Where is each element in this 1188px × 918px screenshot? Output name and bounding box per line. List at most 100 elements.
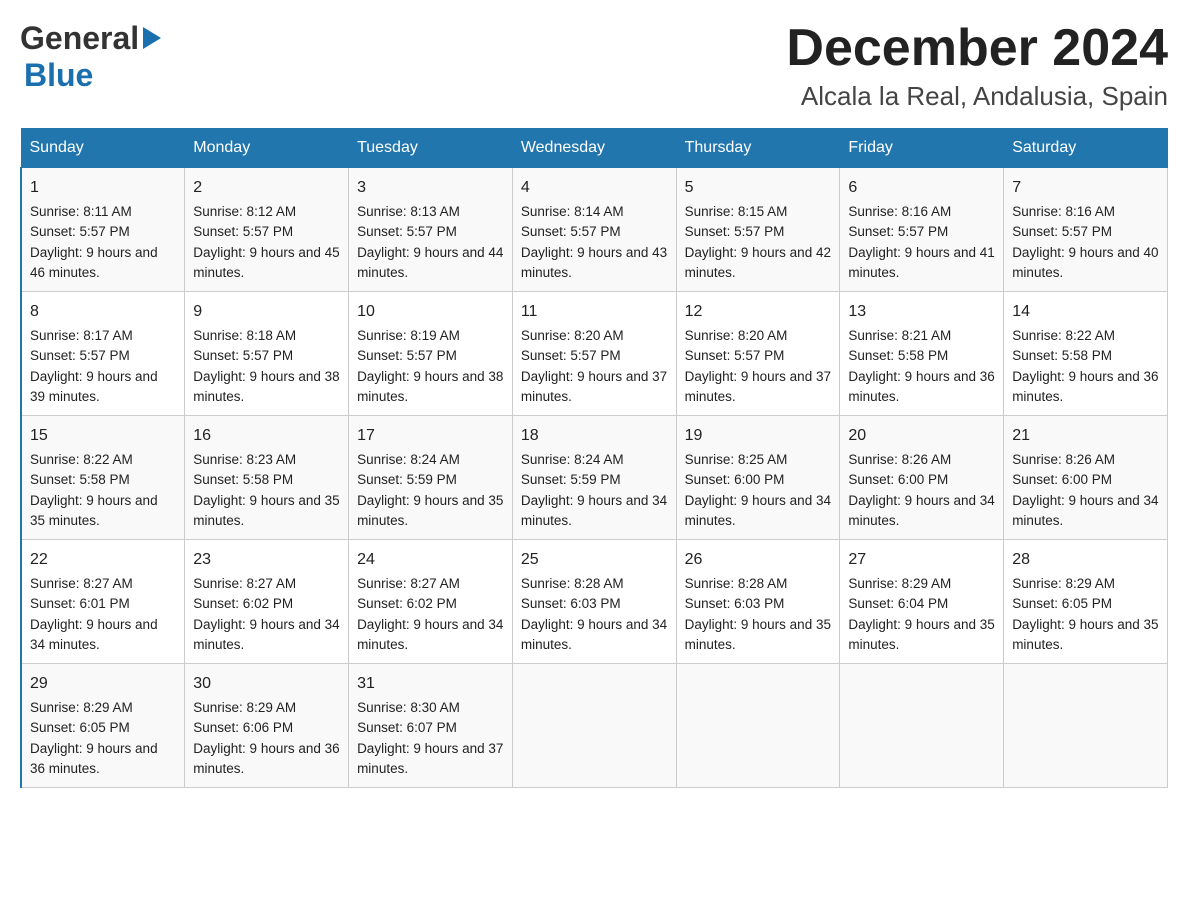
calendar-cell: 18 Sunrise: 8:24 AMSunset: 5:59 PMDayligh…: [512, 416, 676, 540]
logo-blue-text: Blue: [24, 57, 93, 93]
calendar-cell: 25 Sunrise: 8:28 AMSunset: 6:03 PMDayligh…: [512, 540, 676, 664]
day-info: Sunrise: 8:29 AMSunset: 6:04 PMDaylight:…: [848, 576, 994, 652]
logo: General Blue: [20, 20, 161, 94]
calendar-cell: 20 Sunrise: 8:26 AMSunset: 6:00 PMDayligh…: [840, 416, 1004, 540]
calendar-week-3: 15 Sunrise: 8:22 AMSunset: 5:58 PMDayligh…: [21, 416, 1168, 540]
calendar-cell: 31 Sunrise: 8:30 AMSunset: 6:07 PMDayligh…: [349, 664, 513, 788]
calendar-cell: 10 Sunrise: 8:19 AMSunset: 5:57 PMDayligh…: [349, 292, 513, 416]
calendar-cell: [840, 664, 1004, 788]
calendar-header-row: SundayMondayTuesdayWednesdayThursdayFrid…: [21, 129, 1168, 168]
calendar-cell: 2Sunrise: 8:12 AMSunset: 5:57 PMDaylight…: [185, 168, 349, 292]
calendar-cell: 8 Sunrise: 8:17 AMSunset: 5:57 PMDaylight…: [21, 292, 185, 416]
day-number: 12: [685, 300, 832, 324]
calendar-week-4: 22 Sunrise: 8:27 AMSunset: 6:01 PMDayligh…: [21, 540, 1168, 664]
calendar-cell: [676, 664, 840, 788]
day-number: 11: [521, 300, 668, 324]
header-monday: Monday: [185, 129, 349, 168]
logo-triangle-icon: [143, 27, 161, 54]
day-number: 5: [685, 176, 832, 200]
calendar-cell: 24 Sunrise: 8:27 AMSunset: 6:02 PMDayligh…: [349, 540, 513, 664]
day-info: Sunrise: 8:20 AMSunset: 5:57 PMDaylight:…: [521, 328, 667, 404]
header-friday: Friday: [840, 129, 1004, 168]
day-info: Sunrise: 8:29 AMSunset: 6:05 PMDaylight:…: [30, 700, 158, 776]
calendar-cell: 6Sunrise: 8:16 AMSunset: 5:57 PMDaylight…: [840, 168, 1004, 292]
header-tuesday: Tuesday: [349, 129, 513, 168]
calendar-cell: 22 Sunrise: 8:27 AMSunset: 6:01 PMDayligh…: [21, 540, 185, 664]
header-thursday: Thursday: [676, 129, 840, 168]
calendar-cell: 13Sunrise: 8:21 AMSunset: 5:58 PMDayligh…: [840, 292, 1004, 416]
calendar-cell: [512, 664, 676, 788]
calendar-cell: 3 Sunrise: 8:13 AMSunset: 5:57 PMDaylight…: [349, 168, 513, 292]
calendar-cell: 27 Sunrise: 8:29 AMSunset: 6:04 PMDayligh…: [840, 540, 1004, 664]
day-number: 27: [848, 548, 995, 572]
calendar-cell: 12 Sunrise: 8:20 AMSunset: 5:57 PMDayligh…: [676, 292, 840, 416]
day-number: 22: [30, 548, 176, 572]
day-number: 20: [848, 424, 995, 448]
day-info: Sunrise: 8:22 AMSunset: 5:58 PMDaylight:…: [1012, 328, 1158, 404]
day-info: Sunrise: 8:22 AMSunset: 5:58 PMDaylight:…: [30, 452, 158, 528]
day-number: 31: [357, 672, 504, 696]
day-info: Sunrise: 8:27 AMSunset: 6:01 PMDaylight:…: [30, 576, 158, 652]
day-info: Sunrise: 8:18 AMSunset: 5:57 PMDaylight:…: [193, 328, 339, 404]
day-number: 17: [357, 424, 504, 448]
day-number: 1: [30, 176, 176, 200]
day-number: 6: [848, 176, 995, 200]
day-number: 24: [357, 548, 504, 572]
calendar-cell: 14 Sunrise: 8:22 AMSunset: 5:58 PMDayligh…: [1004, 292, 1168, 416]
calendar-cell: 16Sunrise: 8:23 AMSunset: 5:58 PMDayligh…: [185, 416, 349, 540]
day-number: 13: [848, 300, 995, 324]
calendar-cell: 30 Sunrise: 8:29 AMSunset: 6:06 PMDayligh…: [185, 664, 349, 788]
calendar-cell: 4Sunrise: 8:14 AMSunset: 5:57 PMDaylight…: [512, 168, 676, 292]
title-area: December 2024 Alcala la Real, Andalusia,…: [786, 20, 1168, 112]
day-info: Sunrise: 8:24 AMSunset: 5:59 PMDaylight:…: [521, 452, 667, 528]
calendar-table: SundayMondayTuesdayWednesdayThursdayFrid…: [20, 128, 1168, 788]
day-info: Sunrise: 8:26 AMSunset: 6:00 PMDaylight:…: [1012, 452, 1158, 528]
calendar-week-5: 29 Sunrise: 8:29 AMSunset: 6:05 PMDayligh…: [21, 664, 1168, 788]
calendar-cell: 23Sunrise: 8:27 AMSunset: 6:02 PMDayligh…: [185, 540, 349, 664]
calendar-cell: 21Sunrise: 8:26 AMSunset: 6:00 PMDayligh…: [1004, 416, 1168, 540]
day-info: Sunrise: 8:27 AMSunset: 6:02 PMDaylight:…: [357, 576, 503, 652]
day-number: 25: [521, 548, 668, 572]
day-number: 9: [193, 300, 340, 324]
day-info: Sunrise: 8:11 AMSunset: 5:57 PMDaylight:…: [30, 204, 158, 280]
calendar-cell: 19Sunrise: 8:25 AMSunset: 6:00 PMDayligh…: [676, 416, 840, 540]
calendar-cell: 7 Sunrise: 8:16 AMSunset: 5:57 PMDaylight…: [1004, 168, 1168, 292]
calendar-cell: 15 Sunrise: 8:22 AMSunset: 5:58 PMDayligh…: [21, 416, 185, 540]
calendar-week-2: 8 Sunrise: 8:17 AMSunset: 5:57 PMDaylight…: [21, 292, 1168, 416]
calendar-week-1: 1 Sunrise: 8:11 AMSunset: 5:57 PMDaylight…: [21, 168, 1168, 292]
header-wednesday: Wednesday: [512, 129, 676, 168]
page-subtitle: Alcala la Real, Andalusia, Spain: [786, 81, 1168, 112]
calendar-cell: 5Sunrise: 8:15 AMSunset: 5:57 PMDaylight…: [676, 168, 840, 292]
day-info: Sunrise: 8:16 AMSunset: 5:57 PMDaylight:…: [1012, 204, 1158, 280]
calendar-cell: 17Sunrise: 8:24 AMSunset: 5:59 PMDayligh…: [349, 416, 513, 540]
day-number: 14: [1012, 300, 1159, 324]
day-number: 4: [521, 176, 668, 200]
day-info: Sunrise: 8:17 AMSunset: 5:57 PMDaylight:…: [30, 328, 158, 404]
calendar-cell: 28Sunrise: 8:29 AMSunset: 6:05 PMDayligh…: [1004, 540, 1168, 664]
day-number: 23: [193, 548, 340, 572]
day-number: 29: [30, 672, 176, 696]
calendar-cell: 29 Sunrise: 8:29 AMSunset: 6:05 PMDayligh…: [21, 664, 185, 788]
day-info: Sunrise: 8:13 AMSunset: 5:57 PMDaylight:…: [357, 204, 503, 280]
day-info: Sunrise: 8:30 AMSunset: 6:07 PMDaylight:…: [357, 700, 503, 776]
day-number: 15: [30, 424, 176, 448]
day-info: Sunrise: 8:23 AMSunset: 5:58 PMDaylight:…: [193, 452, 339, 528]
day-number: 30: [193, 672, 340, 696]
day-number: 10: [357, 300, 504, 324]
day-info: Sunrise: 8:28 AMSunset: 6:03 PMDaylight:…: [521, 576, 667, 652]
day-number: 3: [357, 176, 504, 200]
day-info: Sunrise: 8:29 AMSunset: 6:06 PMDaylight:…: [193, 700, 339, 776]
day-info: Sunrise: 8:26 AMSunset: 6:00 PMDaylight:…: [848, 452, 994, 528]
day-info: Sunrise: 8:19 AMSunset: 5:57 PMDaylight:…: [357, 328, 503, 404]
calendar-cell: 26 Sunrise: 8:28 AMSunset: 6:03 PMDayligh…: [676, 540, 840, 664]
day-number: 7: [1012, 176, 1159, 200]
header-saturday: Saturday: [1004, 129, 1168, 168]
day-number: 26: [685, 548, 832, 572]
calendar-cell: 9 Sunrise: 8:18 AMSunset: 5:57 PMDaylight…: [185, 292, 349, 416]
day-number: 8: [30, 300, 176, 324]
day-number: 18: [521, 424, 668, 448]
day-info: Sunrise: 8:28 AMSunset: 6:03 PMDaylight:…: [685, 576, 831, 652]
day-info: Sunrise: 8:20 AMSunset: 5:57 PMDaylight:…: [685, 328, 831, 404]
calendar-cell: [1004, 664, 1168, 788]
day-info: Sunrise: 8:25 AMSunset: 6:00 PMDaylight:…: [685, 452, 831, 528]
